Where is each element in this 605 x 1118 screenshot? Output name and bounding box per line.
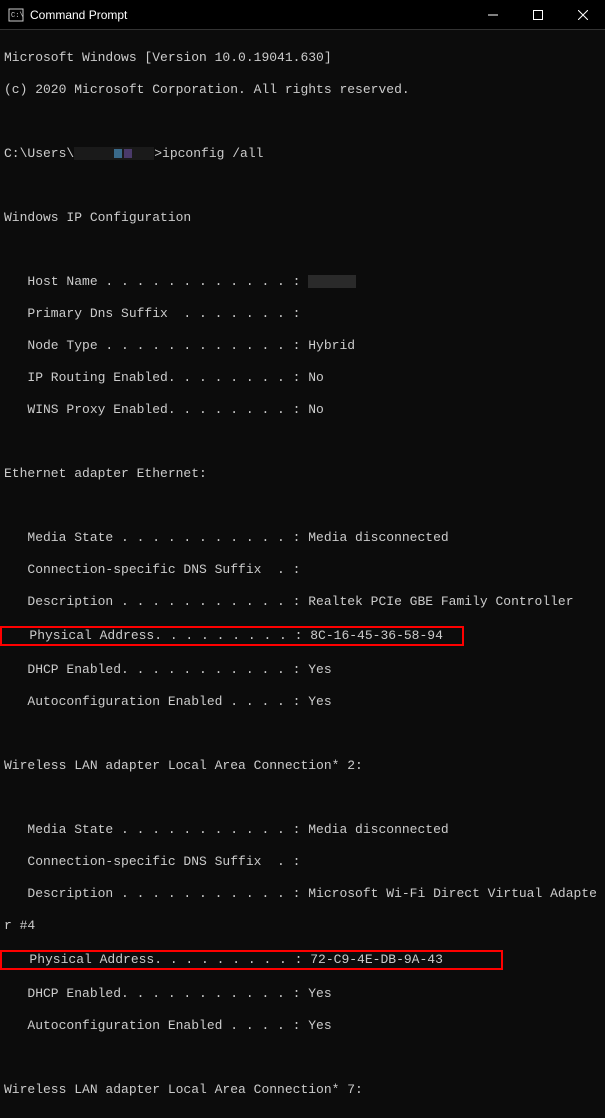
section-wlan7-title: Wireless LAN adapter Local Area Connecti… (4, 1082, 601, 1098)
close-button[interactable] (560, 0, 605, 29)
wlan2-media-state-value: Media disconnected (308, 822, 448, 837)
titlebar: C:\ Command Prompt (0, 0, 605, 30)
terminal-output[interactable]: Microsoft Windows [Version 10.0.19041.63… (0, 30, 605, 1118)
eth-description-row: Description . . . . . . . . . . . : Real… (4, 594, 601, 610)
section-winip-title: Windows IP Configuration (4, 210, 601, 226)
eth-media-state-value: Media disconnected (308, 530, 448, 545)
wlan2-description-row: Description . . . . . . . . . . . : Micr… (4, 886, 601, 902)
eth-autoconfig-row: Autoconfiguration Enabled . . . . : Yes (4, 694, 601, 710)
eth-description-value: Realtek PCIe GBE Family Controller (308, 594, 573, 609)
wins-proxy-row: WINS Proxy Enabled. . . . . . . . : No (4, 402, 601, 418)
redacted-username (74, 147, 154, 160)
wlan2-media-state-row: Media State . . . . . . . . . . . : Medi… (4, 822, 601, 838)
svg-text:C:\: C:\ (11, 12, 24, 20)
eth-physical-addr-highlight: Physical Address. . . . . . . . . : 8C-1… (4, 626, 601, 646)
primary-dns-row: Primary Dns Suffix . . . . . . . : (4, 306, 601, 322)
eth-autoconfig-value: Yes (308, 694, 331, 709)
window-controls (470, 0, 605, 29)
ip-routing-row: IP Routing Enabled. . . . . . . . : No (4, 370, 601, 386)
eth-conn-dns-row: Connection-specific DNS Suffix . : (4, 562, 601, 578)
wlan2-physical-addr-highlight: Physical Address. . . . . . . . . : 72-C… (4, 950, 601, 970)
node-type-value: Hybrid (308, 338, 355, 353)
section-ethernet-title: Ethernet adapter Ethernet: (4, 466, 601, 482)
node-type-row: Node Type . . . . . . . . . . . . : Hybr… (4, 338, 601, 354)
ip-routing-value: No (308, 370, 324, 385)
cmd-icon: C:\ (8, 7, 24, 23)
wlan2-physical-addr-value: 72-C9-4E-DB-9A-43 (310, 952, 443, 967)
prompt-line: C:\Users\ >ipconfig /all (4, 146, 601, 162)
wlan2-dhcp-row: DHCP Enabled. . . . . . . . . . . : Yes (4, 986, 601, 1002)
wlan2-autoconfig-value: Yes (308, 1018, 331, 1033)
wlan2-description-cont: r #4 (4, 918, 601, 934)
maximize-button[interactable] (515, 0, 560, 29)
highlight-box: Physical Address. . . . . . . . . : 72-C… (0, 950, 503, 970)
eth-dhcp-row: DHCP Enabled. . . . . . . . . . . : Yes (4, 662, 601, 678)
eth-dhcp-value: Yes (308, 662, 331, 677)
copyright-line: (c) 2020 Microsoft Corporation. All righ… (4, 82, 601, 98)
prompt-suffix: > (154, 146, 162, 161)
redacted-hostname (308, 275, 356, 288)
wins-proxy-value: No (308, 402, 324, 417)
host-name-row: Host Name . . . . . . . . . . . . : (4, 274, 601, 290)
wlan2-dhcp-value: Yes (308, 986, 331, 1001)
prompt-prefix: C:\Users\ (4, 146, 74, 161)
wlan2-conn-dns-row: Connection-specific DNS Suffix . : (4, 854, 601, 870)
wlan2-autoconfig-row: Autoconfiguration Enabled . . . . : Yes (4, 1018, 601, 1034)
minimize-button[interactable] (470, 0, 515, 29)
highlight-box: Physical Address. . . . . . . . . : 8C-1… (0, 626, 464, 646)
version-line: Microsoft Windows [Version 10.0.19041.63… (4, 50, 601, 66)
eth-physical-addr-value: 8C-16-45-36-58-94 (310, 628, 443, 643)
window-title: Command Prompt (30, 8, 470, 22)
command-text: ipconfig /all (162, 146, 263, 161)
eth-media-state-row: Media State . . . . . . . . . . . : Medi… (4, 530, 601, 546)
section-wlan2-title: Wireless LAN adapter Local Area Connecti… (4, 758, 601, 774)
wlan2-description-value: Microsoft Wi-Fi Direct Virtual Adapte (308, 886, 597, 901)
